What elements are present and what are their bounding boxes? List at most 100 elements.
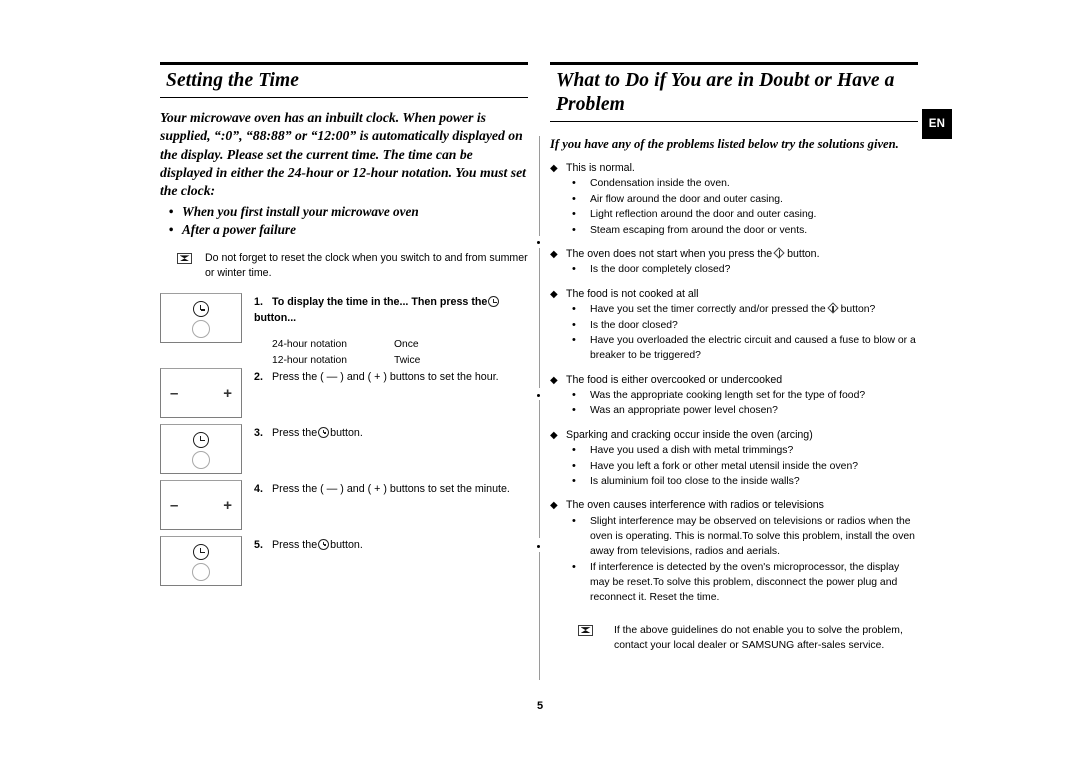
step-number: 1. bbox=[254, 296, 263, 309]
control-panel-minus-plus: – + bbox=[160, 367, 242, 418]
bullet-dot-icon: • bbox=[572, 334, 576, 347]
problem-heading: ◆ The oven causes interference with radi… bbox=[550, 498, 918, 514]
list-item-label: Was an appropriate power level chosen? bbox=[590, 405, 778, 417]
list-item: • Slight interference may be observed on… bbox=[566, 514, 918, 560]
clock-button-icon bbox=[193, 301, 209, 318]
clock-button-icon bbox=[193, 543, 209, 560]
step-label-after: button. bbox=[330, 426, 363, 439]
step-label-after: button. bbox=[330, 538, 363, 551]
step-row: – + 2. Press the ( — ) and ( + ) buttons … bbox=[160, 367, 528, 424]
steps-list: 1. To display the time in the... Then pre… bbox=[160, 293, 528, 592]
problem-group: ◆ This is normal. • Condensation inside … bbox=[550, 161, 918, 238]
bullet-dot-icon: • bbox=[572, 389, 576, 402]
list-item: • Was the appropriate cooking length set… bbox=[566, 388, 918, 403]
list-item: • When you first install your microwave … bbox=[160, 203, 528, 222]
left-column: Setting the Time Your microwave oven has… bbox=[160, 62, 528, 592]
control-panel-clock bbox=[160, 423, 242, 474]
problem-heading-label: This is normal. bbox=[566, 161, 635, 174]
right-intro-paragraph: If you have any of the problems listed b… bbox=[550, 136, 899, 151]
left-title-rule-bottom bbox=[160, 96, 528, 98]
plus-icon: + bbox=[223, 384, 232, 402]
column-divider bbox=[539, 248, 540, 388]
document-page: Setting the Time Your microwave oven has… bbox=[0, 0, 1080, 763]
list-item-label: Have you overloaded the electric circuit… bbox=[590, 335, 916, 362]
envelope-icon bbox=[578, 624, 593, 636]
list-item: • Was an appropriate power level chosen? bbox=[566, 403, 918, 418]
step-row: 3. Press the button. bbox=[160, 423, 528, 480]
list-item-label: When you first install your microwave ov… bbox=[182, 203, 419, 219]
problem-heading: ◆ This is normal. bbox=[550, 161, 918, 177]
step-text: 5. Press the button. bbox=[242, 536, 528, 554]
clock-icon bbox=[488, 296, 500, 308]
list-item-label: After a power failure bbox=[182, 222, 296, 238]
right-column: What to Do if You are in Doubt or Have a… bbox=[550, 62, 918, 654]
list-item-label: Steam escaping from around the door or v… bbox=[590, 224, 808, 236]
envelope-icon bbox=[177, 253, 192, 265]
list-item-label: Light reflection around the door and out… bbox=[590, 209, 817, 221]
step-text: 4. Press the ( — ) and ( + ) buttons to s… bbox=[242, 480, 528, 498]
list-item-text-before: Have you set the timer correctly and/or … bbox=[590, 304, 826, 316]
step-text: 2. Press the ( — ) and ( + ) buttons to s… bbox=[242, 368, 528, 386]
bullet-dot-icon: • bbox=[572, 459, 576, 472]
note-text: Do not forget to reset the clock when yo… bbox=[205, 252, 528, 280]
diamond-bullet-icon: ◆ bbox=[550, 248, 558, 260]
table-row: 24-hour notation Once bbox=[272, 337, 528, 352]
list-item: • Steam escaping from around the door or… bbox=[566, 223, 918, 238]
divider-dot bbox=[537, 545, 540, 548]
list-item-label: Was the appropriate cooking length set f… bbox=[590, 390, 866, 402]
diamond-bullet-icon: ◆ bbox=[550, 162, 558, 174]
diamond-bullet-icon: ◆ bbox=[550, 429, 558, 441]
bullet-dot-icon: • bbox=[572, 444, 576, 457]
list-item-text-after: button? bbox=[840, 304, 876, 316]
column-divider bbox=[539, 136, 540, 236]
page-number: 5 bbox=[536, 700, 544, 712]
round-button-icon bbox=[192, 320, 210, 339]
bullet-dot-icon: • bbox=[572, 192, 576, 205]
problem-group: ◆ The oven causes interference with radi… bbox=[550, 498, 918, 605]
problem-heading-label: The food is not cooked at all bbox=[566, 287, 699, 300]
step-label: Press the bbox=[272, 426, 318, 439]
step-number: 2. bbox=[254, 370, 263, 383]
step-label: Press the bbox=[272, 538, 318, 551]
column-divider bbox=[539, 552, 540, 680]
problem-group: ◆ The oven does not start when you press… bbox=[550, 247, 918, 278]
list-item: • Have you set the timer correctly and/o… bbox=[566, 302, 918, 317]
list-item: • Light reflection around the door and o… bbox=[566, 207, 918, 222]
list-item: • If interference is detected by the ove… bbox=[566, 560, 918, 606]
divider-dot bbox=[537, 394, 540, 397]
list-item: • Is the door closed? bbox=[566, 318, 918, 333]
list-item-label: Air flow around the door and outer casin… bbox=[590, 193, 783, 205]
step-row: – + 4. Press the ( — ) and ( + ) buttons … bbox=[160, 479, 528, 536]
problem-group: ◆ The food is either overcooked or under… bbox=[550, 373, 918, 419]
list-item-label: Is the door closed? bbox=[590, 319, 678, 331]
problem-heading-after: button. bbox=[787, 247, 820, 260]
bullet-dot-icon: • bbox=[572, 208, 576, 221]
step-label: Press the ( — ) and ( + ) buttons to set… bbox=[272, 482, 510, 495]
list-item: • Is the door completely closed? bbox=[566, 262, 918, 277]
list-item: • After a power failure bbox=[160, 221, 528, 240]
problem-heading-label: The oven causes interference with radios… bbox=[566, 499, 824, 512]
control-panel-clock bbox=[160, 535, 242, 586]
problem-heading: ◆ The food is either overcooked or under… bbox=[550, 373, 918, 389]
list-item-label: Slight interference may be observed on t… bbox=[590, 515, 915, 558]
round-button-icon bbox=[192, 562, 210, 581]
round-button-icon bbox=[192, 450, 210, 469]
notation-cell: 12-hour notation bbox=[272, 354, 347, 366]
list-item: • Have you overloaded the electric circu… bbox=[566, 333, 918, 363]
list-item: • Air flow around the door and outer cas… bbox=[566, 192, 918, 207]
right-section-title: What to Do if You are in Doubt or Have a… bbox=[556, 70, 895, 115]
bullet-dot-icon: • bbox=[572, 263, 576, 276]
minus-icon: – bbox=[170, 384, 179, 402]
clock-icon bbox=[318, 426, 330, 438]
diamond-bullet-icon: ◆ bbox=[550, 288, 558, 300]
notation-cell: 24-hour notation bbox=[272, 339, 347, 351]
control-panel-minus-plus: – + bbox=[160, 479, 242, 530]
bullet-dot-icon: • bbox=[168, 203, 174, 219]
list-item-label: Have you used a dish with metal trimming… bbox=[590, 445, 794, 457]
bullet-dot-icon: • bbox=[572, 514, 576, 527]
list-item-label: Have you set the timer correctly and/or … bbox=[590, 302, 918, 317]
step-number: 4. bbox=[254, 482, 263, 495]
clock-icon bbox=[318, 538, 330, 550]
step-row: 1. To display the time in the... Then pre… bbox=[160, 293, 528, 368]
notation-table: 24-hour notation Once 12-hour notation T… bbox=[272, 337, 528, 367]
